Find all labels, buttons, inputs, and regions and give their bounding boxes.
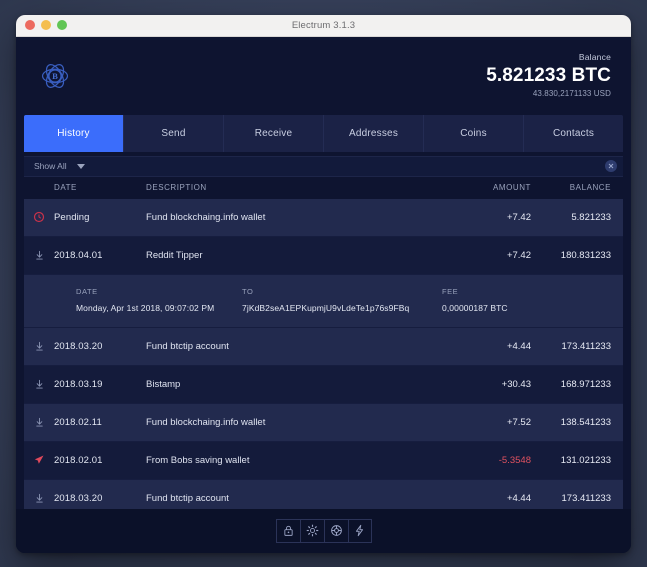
row-amount: -5.3548: [498, 454, 531, 466]
transaction-list[interactable]: Pending Fund blockchaing.info wallet +7.42…: [24, 198, 623, 509]
table-row[interactable]: 2018.03.20 Fund btctip account +4.44 173.41…: [24, 327, 623, 366]
detail-date: DATE Monday, Apr 1st 2018, 09:07:02 PM: [24, 287, 242, 313]
row-description: Reddit Tipper: [146, 249, 203, 261]
detail-date-label: DATE: [76, 286, 98, 296]
row-description: From Bobs saving wallet: [146, 454, 250, 466]
row-description: Fund btctip account: [146, 492, 229, 504]
row-date: 2018.03.20: [54, 492, 103, 504]
row-amount: +30.43: [501, 378, 531, 390]
row-description: Bistamp: [146, 378, 181, 390]
lifebuoy-icon[interactable]: [323, 518, 348, 543]
table-row[interactable]: 2018.02.11 Fund blockchaing.info wallet +7…: [24, 403, 623, 442]
balance-label: Balance: [578, 51, 611, 62]
row-balance: 173.411233: [561, 492, 612, 504]
receive-arrow-icon: [24, 378, 54, 391]
row-balance: 180.831233: [560, 249, 611, 261]
clear-circle-icon[interactable]: [605, 160, 617, 172]
pending-clock-icon: [24, 211, 54, 223]
detail-to-label: TO: [242, 286, 254, 296]
svg-text:B: B: [52, 71, 58, 81]
lock-icon[interactable]: [275, 518, 300, 543]
tab-bar: History Send Receive Addresses Coins Contacts: [24, 114, 623, 152]
tab-history[interactable]: History: [24, 114, 124, 152]
receive-arrow-icon: [24, 492, 54, 505]
electrum-bitcoin-atom-logo-icon: B: [32, 53, 78, 99]
table-row[interactable]: 2018.04.01 Reddit Tipper +7.42 180.831233: [24, 236, 623, 275]
row-balance: 5.821233: [571, 211, 611, 223]
receive-arrow-icon: [24, 249, 54, 262]
table-row[interactable]: 2018.02.01 From Bobs saving wallet -5.3548…: [24, 441, 623, 480]
row-amount: +7.42: [506, 211, 531, 223]
chevron-down-icon: [76, 163, 85, 169]
tab-contacts[interactable]: Contacts: [524, 114, 623, 152]
row-date: Pending: [54, 211, 90, 223]
row-balance: 173.411233: [561, 340, 612, 352]
row-balance: 138.541233: [560, 416, 611, 428]
row-balance: 131.021233: [560, 454, 611, 466]
table-header: DATE DESCRIPTION AMOUNT BALANCE: [24, 176, 623, 199]
row-amount: +4.44: [506, 340, 531, 352]
row-date: 2018.03.19: [54, 378, 103, 390]
column-description[interactable]: DESCRIPTION: [146, 183, 423, 192]
row-amount: +7.52: [506, 416, 531, 428]
row-amount: +7.42: [506, 249, 531, 261]
filter-selected-label: Show All: [34, 161, 67, 171]
app-header: B Balance 5.821233 BTC 43.830,2171133 US…: [16, 36, 631, 115]
toolbar-icon-group: [275, 518, 372, 543]
lightning-bolt-icon[interactable]: [347, 518, 372, 543]
app-body: B Balance 5.821233 BTC 43.830,2171133 US…: [16, 36, 631, 553]
detail-fee: FEE 0,00000187 BTC: [442, 287, 623, 313]
row-description: Fund btctip account: [146, 340, 229, 352]
window-title: Electrum 3.1.3: [291, 19, 356, 31]
row-date: 2018.02.11: [54, 416, 102, 428]
column-balance[interactable]: BALANCE: [531, 183, 623, 192]
row-date: 2018.03.20: [54, 340, 103, 352]
balance-btc: 5.821233 BTC: [486, 65, 611, 87]
row-description: Fund blockchaing.info wallet: [146, 416, 266, 428]
detail-to-value: 7jKdB2seA1EPKupmjU9vLdeTe1p76s9FBq: [242, 302, 410, 313]
detail-fee-value: 0,00000187 BTC: [442, 302, 508, 313]
balance-usd: 43.830,2171133 USD: [532, 89, 611, 99]
balance-block: Balance 5.821233 BTC 43.830,2171133 USD: [486, 53, 611, 99]
tab-addresses[interactable]: Addresses: [324, 114, 424, 152]
tab-send[interactable]: Send: [124, 114, 224, 152]
table-row[interactable]: Pending Fund blockchaing.info wallet +7.42…: [24, 198, 623, 237]
detail-fee-label: FEE: [442, 286, 459, 296]
table-row[interactable]: 2018.03.20 Fund btctip account +4.44 173.41…: [24, 479, 623, 509]
detail-to: TO 7jKdB2seA1EPKupmjU9vLdeTe1p76s9FBq: [242, 287, 442, 313]
gear-icon[interactable]: [299, 518, 324, 543]
row-date: 2018.04.01: [54, 249, 103, 261]
transaction-detail: DATE Monday, Apr 1st 2018, 09:07:02 PM TO 7…: [24, 274, 623, 328]
app-window: Electrum 3.1.3 B Balance 5.821233 BTC 43…: [16, 14, 631, 553]
filter-bar: Show All: [24, 155, 623, 177]
receive-arrow-icon: [24, 340, 54, 353]
detail-date-value: Monday, Apr 1st 2018, 09:07:02 PM: [76, 302, 215, 313]
column-date[interactable]: DATE: [54, 183, 146, 192]
tab-receive[interactable]: Receive: [224, 114, 324, 152]
receive-arrow-icon: [24, 416, 54, 429]
column-amount[interactable]: AMOUNT: [423, 183, 531, 192]
send-plane-icon: [24, 454, 54, 466]
table-row[interactable]: 2018.03.19 Bistamp +30.43 168.971233: [24, 365, 623, 404]
tab-coins[interactable]: Coins: [424, 114, 524, 152]
bottom-toolbar: [16, 508, 631, 553]
row-date: 2018.02.01: [54, 454, 103, 466]
row-description: Fund blockchaing.info wallet: [146, 211, 266, 223]
row-amount: +4.44: [506, 492, 531, 504]
title-bar: Electrum 3.1.3: [16, 14, 631, 37]
filter-select[interactable]: Show All: [34, 161, 85, 171]
row-balance: 168.971233: [560, 378, 611, 390]
